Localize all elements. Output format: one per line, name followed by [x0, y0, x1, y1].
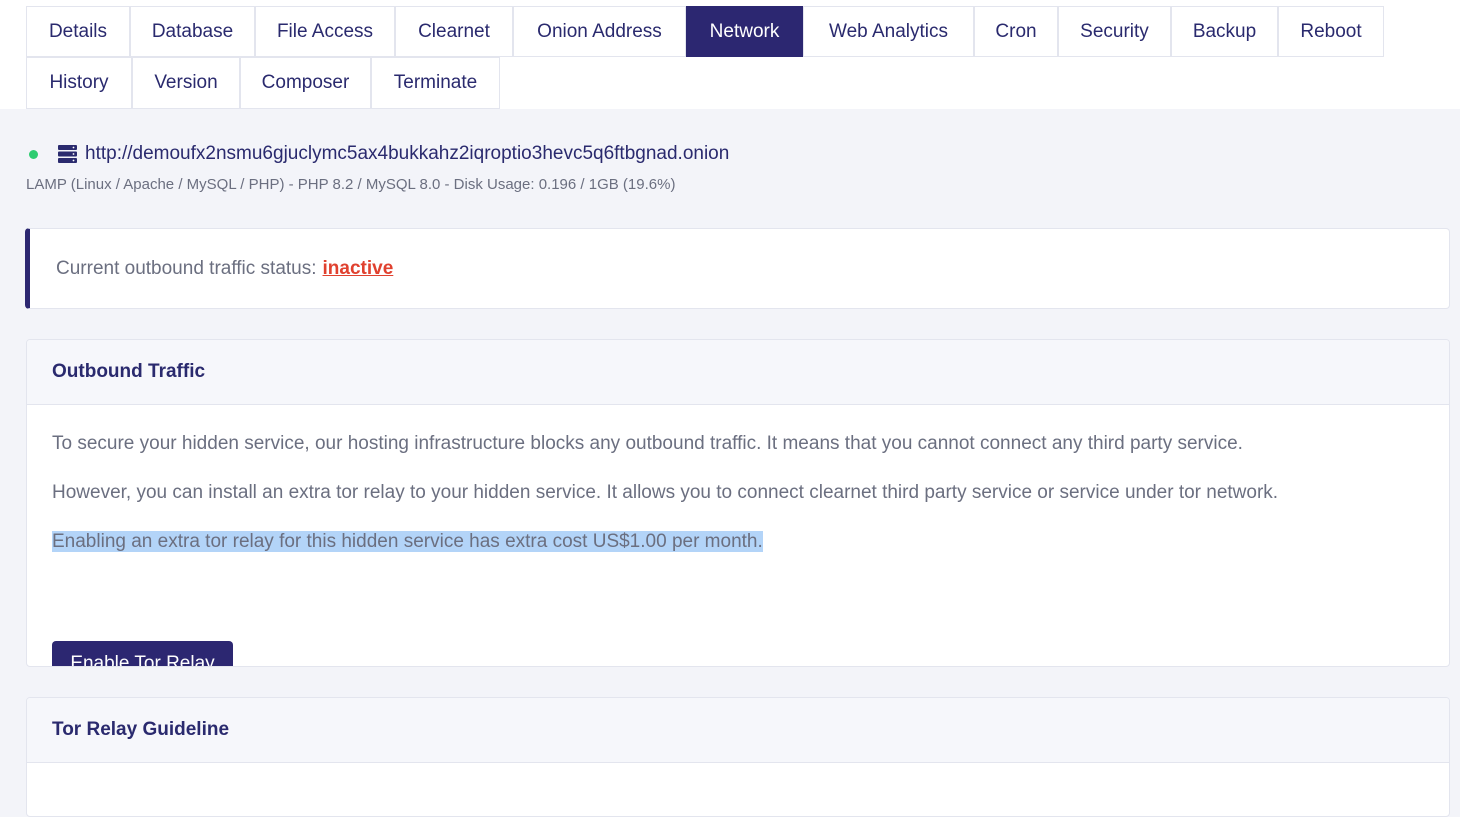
- alert-label: Current outbound traffic status:: [56, 257, 317, 279]
- tab-details[interactable]: Details: [26, 6, 130, 57]
- tab-clearnet[interactable]: Clearnet: [395, 6, 513, 57]
- tab-cron[interactable]: Cron: [974, 6, 1058, 57]
- tab-web-analytics[interactable]: Web Analytics: [803, 6, 974, 57]
- tab-backup[interactable]: Backup: [1171, 6, 1278, 57]
- card-body: To secure your hidden service, our hosti…: [27, 405, 1449, 666]
- paragraph-cost: Enabling an extra tor relay for this hid…: [52, 528, 763, 556]
- card-title: Outbound Traffic: [27, 340, 1449, 405]
- tab-reboot[interactable]: Reboot: [1278, 6, 1384, 57]
- tab-version[interactable]: Version: [132, 57, 240, 109]
- stack-info: LAMP (Linux / Apache / MySQL / PHP) - PH…: [26, 176, 676, 193]
- tab-file-access[interactable]: File Access: [255, 6, 395, 57]
- server-line: http://demoufx2nsmu6gjuclymc5ax4bukkahz2…: [26, 143, 729, 165]
- guideline-card-title: Tor Relay Guideline: [27, 698, 1449, 763]
- tor-relay-guideline-card: Tor Relay Guideline: [26, 697, 1450, 817]
- cost-text: Enabling an extra tor relay for this hid…: [52, 531, 763, 552]
- status-dot: [29, 149, 38, 159]
- tab-terminate[interactable]: Terminate: [371, 57, 500, 109]
- paragraph-relay-info: However, you can install an extra tor re…: [52, 482, 1279, 503]
- outbound-traffic-card: Outbound Traffic To secure your hidden s…: [26, 339, 1450, 667]
- tab-security[interactable]: Security: [1058, 6, 1171, 57]
- tab-history[interactable]: History: [26, 57, 132, 109]
- outbound-status-alert: Current outbound traffic status: inactiv…: [25, 228, 1450, 309]
- tab-composer[interactable]: Composer: [240, 57, 371, 109]
- tab-onion-address[interactable]: Onion Address: [513, 6, 686, 57]
- server-url-link[interactable]: http://demoufx2nsmu6gjuclymc5ax4bukkahz2…: [85, 143, 729, 165]
- tab-bar: Details Database File Access Clearnet On…: [0, 0, 1460, 109]
- status-badge[interactable]: inactive: [323, 258, 394, 280]
- tab-database[interactable]: Database: [130, 6, 255, 57]
- enable-tor-relay-button[interactable]: Enable Tor Relay: [52, 641, 233, 666]
- server-icon: [58, 145, 77, 163]
- tab-network[interactable]: Network: [686, 6, 803, 57]
- paragraph-block-notice: To secure your hidden service, our hosti…: [52, 433, 1243, 454]
